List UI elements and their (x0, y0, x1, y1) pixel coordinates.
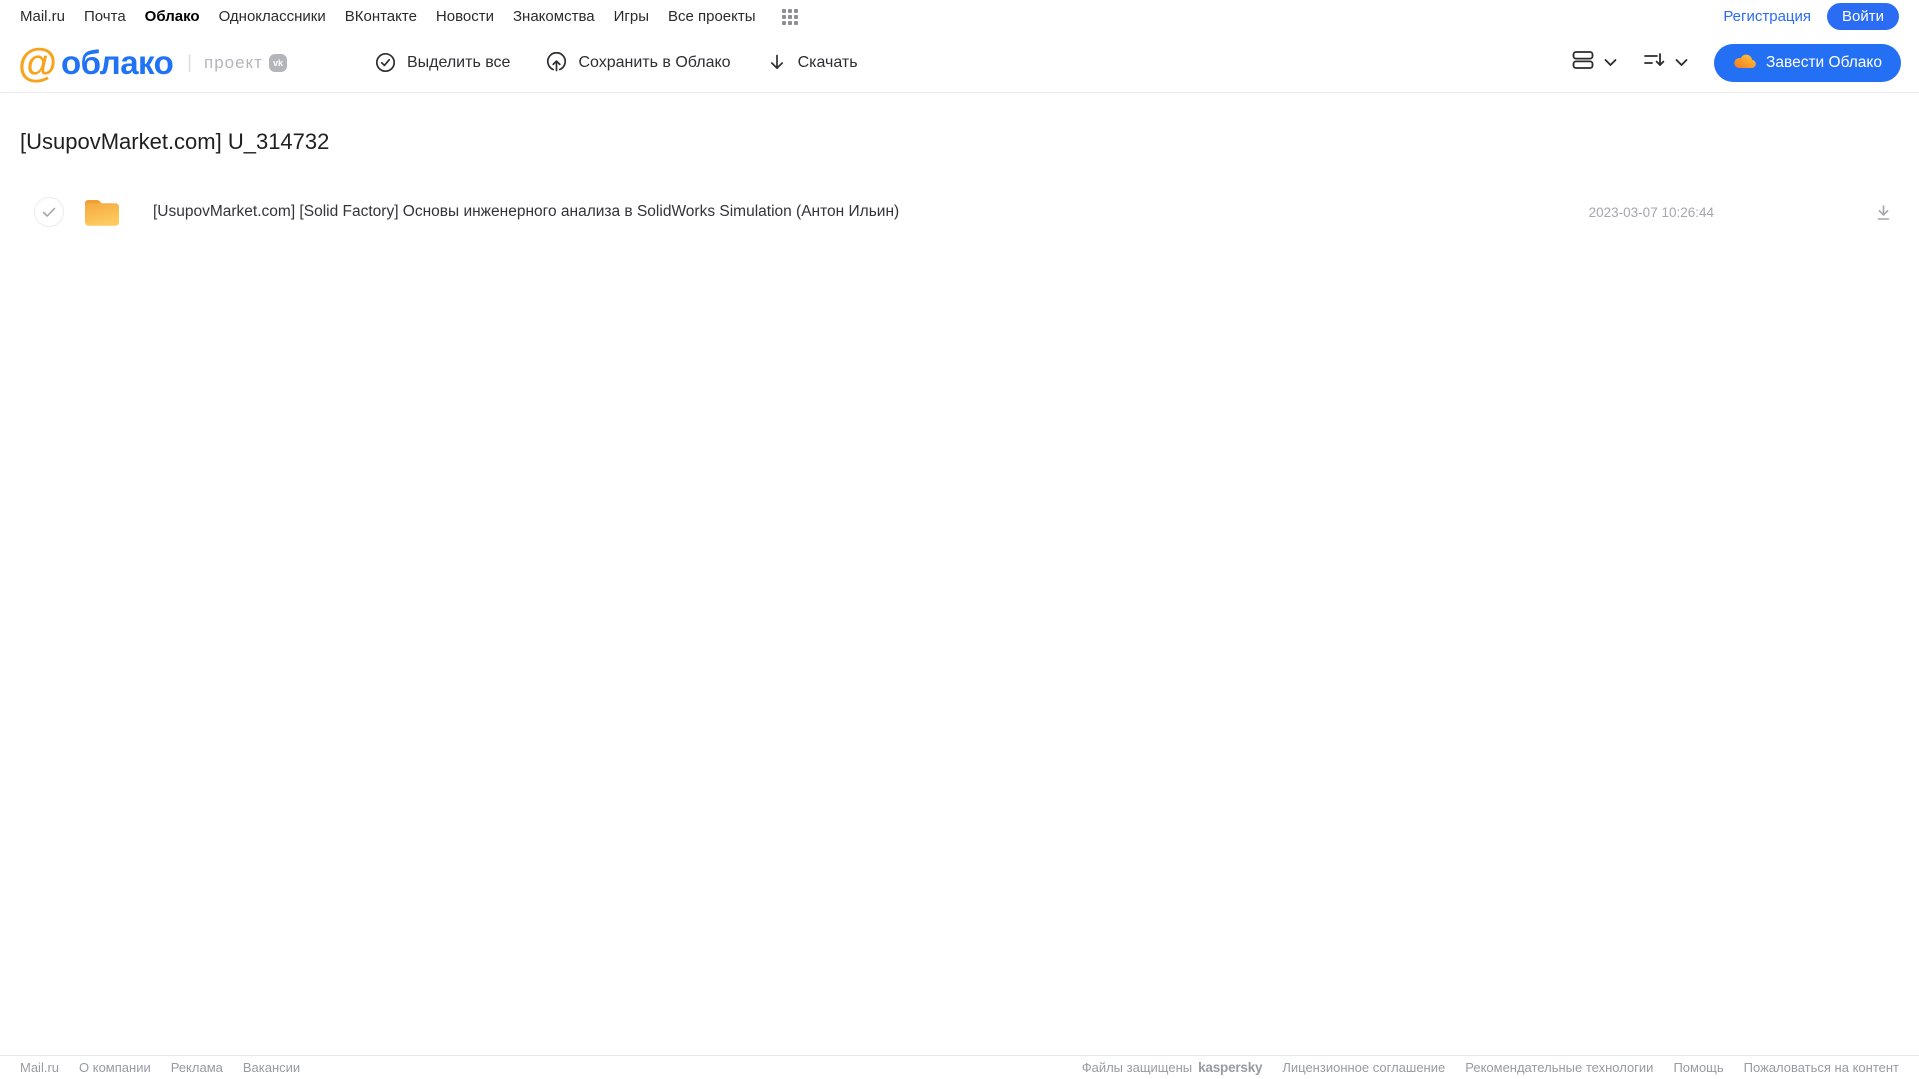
row-checkbox[interactable] (34, 197, 64, 227)
footer-link-ads[interactable]: Реклама (171, 1060, 223, 1075)
nav-link-vkontakte[interactable]: ВКонтакте (345, 8, 417, 25)
footer-link-vacancies[interactable]: Вакансии (243, 1060, 300, 1075)
nav-link-cloud[interactable]: Облако (145, 8, 200, 25)
circle-check-icon (375, 52, 396, 73)
nav-link-all-projects[interactable]: Все проекты (668, 8, 756, 25)
footer-link-mailru[interactable]: Mail.ru (20, 1060, 59, 1075)
protected-label: Файлы защищены (1081, 1060, 1193, 1075)
page-title: [UsupovMarket.com] U_314732 (20, 129, 330, 154)
footer-link-report[interactable]: Пожаловаться на контент (1744, 1060, 1899, 1075)
cloud-mailru-public-page: Mail.ru Почта Облако Одноклассники ВКонт… (0, 0, 1919, 1079)
chevron-down-icon (1675, 54, 1688, 72)
portal-nav-right: Регистрация Войти (1723, 3, 1899, 30)
footer: Mail.ru О компании Реклама Вакансии Файл… (0, 1055, 1919, 1079)
footer-link-recommendation[interactable]: Рекомендательные технологии (1465, 1060, 1653, 1075)
cloud-logo-text: облако (61, 43, 174, 81)
list-view-icon (1572, 50, 1595, 75)
registration-link[interactable]: Регистрация (1723, 8, 1811, 25)
get-cloud-button[interactable]: Завести Облако (1714, 43, 1901, 82)
file-name-link[interactable]: [UsupovMarket.com] [Solid Factory] Основ… (153, 203, 899, 221)
nav-link-odnoklassniki[interactable]: Одноклассники (219, 8, 326, 25)
get-cloud-label: Завести Облако (1766, 53, 1882, 71)
file-row[interactable]: [UsupovMarket.com] [Solid Factory] Основ… (20, 190, 1919, 234)
nav-link-mailru[interactable]: Mail.ru (20, 8, 65, 25)
footer-left-links: Mail.ru О компании Реклама Вакансии (20, 1060, 300, 1075)
nav-link-news[interactable]: Новости (436, 8, 494, 25)
footer-link-license[interactable]: Лицензионное соглашение (1282, 1060, 1445, 1075)
kaspersky-logo[interactable]: kaspersky (1198, 1060, 1262, 1075)
cloud-upload-icon (546, 52, 567, 73)
divider: | (187, 52, 192, 72)
kaspersky-protection: Файлы защищены kaspersky (1082, 1060, 1263, 1075)
sort-selector[interactable] (1643, 50, 1688, 75)
project-text: проект (203, 52, 263, 72)
sort-icon (1643, 50, 1666, 75)
portal-nav: Mail.ru Почта Облако Одноклассники ВКонт… (0, 0, 1919, 33)
nav-link-dating[interactable]: Знакомства (513, 8, 595, 25)
select-all-label: Выделить все (406, 53, 511, 71)
nav-link-games[interactable]: Игры (614, 8, 649, 25)
footer-right-links: Файлы защищены kaspersky Лицензионное со… (1082, 1060, 1899, 1075)
download-label: Скачать (797, 53, 858, 71)
main-content: [UsupovMarket.com] U_314732 [UsupovMarke… (0, 129, 1919, 234)
folder-icon (83, 197, 121, 228)
file-modified-date: 2023-03-07 10:26:44 (1588, 204, 1714, 220)
save-to-cloud-button[interactable]: Сохранить в Облако (546, 52, 731, 73)
file-actions-toolbar: Выделить все Сохранить в Облако Скачать (375, 52, 858, 73)
view-mode-selector[interactable] (1572, 50, 1617, 75)
mailru-at-icon: @ (18, 40, 58, 85)
nav-link-mail[interactable]: Почта (84, 8, 126, 25)
footer-link-about[interactable]: О компании (79, 1060, 151, 1075)
save-to-cloud-label: Сохранить в Облако (578, 53, 731, 71)
vk-project-label: | проект vk (187, 52, 287, 73)
portal-nav-links: Mail.ru Почта Облако Одноклассники ВКонт… (20, 8, 798, 25)
login-button[interactable]: Войти (1827, 3, 1899, 30)
footer-link-help[interactable]: Помощь (1673, 1060, 1723, 1075)
chevron-down-icon (1604, 54, 1617, 72)
cloud-logo[interactable]: @ облако (18, 40, 174, 85)
download-arrow-icon (767, 52, 787, 73)
cloud-icon (1733, 52, 1757, 74)
row-download-icon[interactable] (1874, 203, 1893, 222)
all-projects-grid-icon[interactable] (781, 8, 798, 25)
vk-logo-icon: vk (268, 53, 287, 72)
select-all-button[interactable]: Выделить все (375, 52, 510, 73)
check-icon (42, 207, 56, 217)
cloud-header: @ облако | проект vk Выделить все Сохран… (0, 33, 1919, 93)
download-button[interactable]: Скачать (767, 52, 858, 73)
header-right-tools: Завести Облако (1572, 43, 1901, 82)
